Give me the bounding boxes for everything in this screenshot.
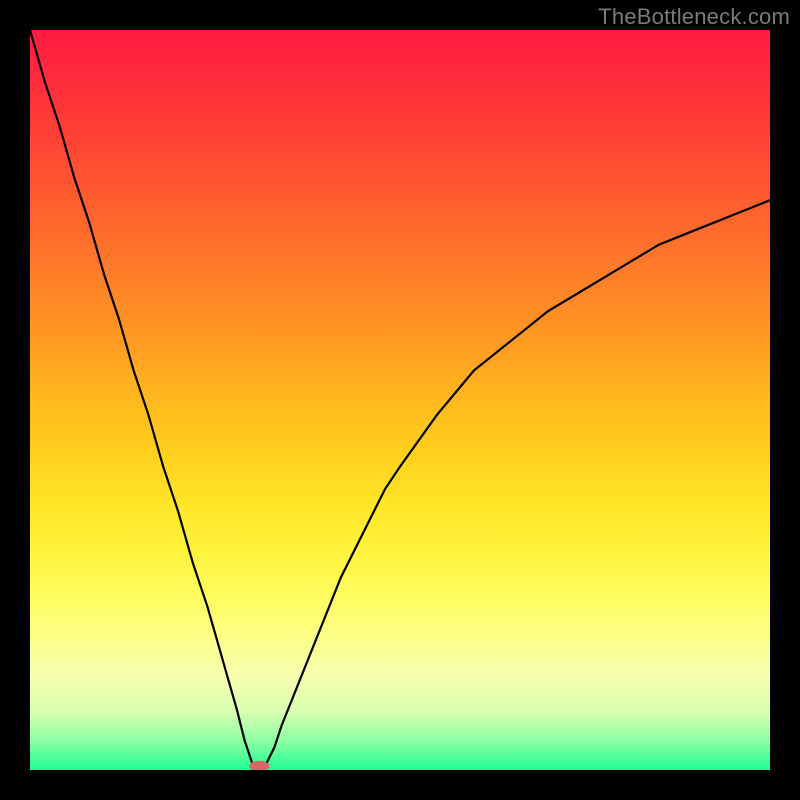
- watermark-text: TheBottleneck.com: [598, 4, 790, 30]
- chart-stage: TheBottleneck.com: [0, 0, 800, 800]
- bottleneck-curve: [30, 30, 770, 770]
- curve-layer: [30, 30, 770, 770]
- minimum-marker: [249, 761, 269, 770]
- plot-area: [30, 30, 770, 770]
